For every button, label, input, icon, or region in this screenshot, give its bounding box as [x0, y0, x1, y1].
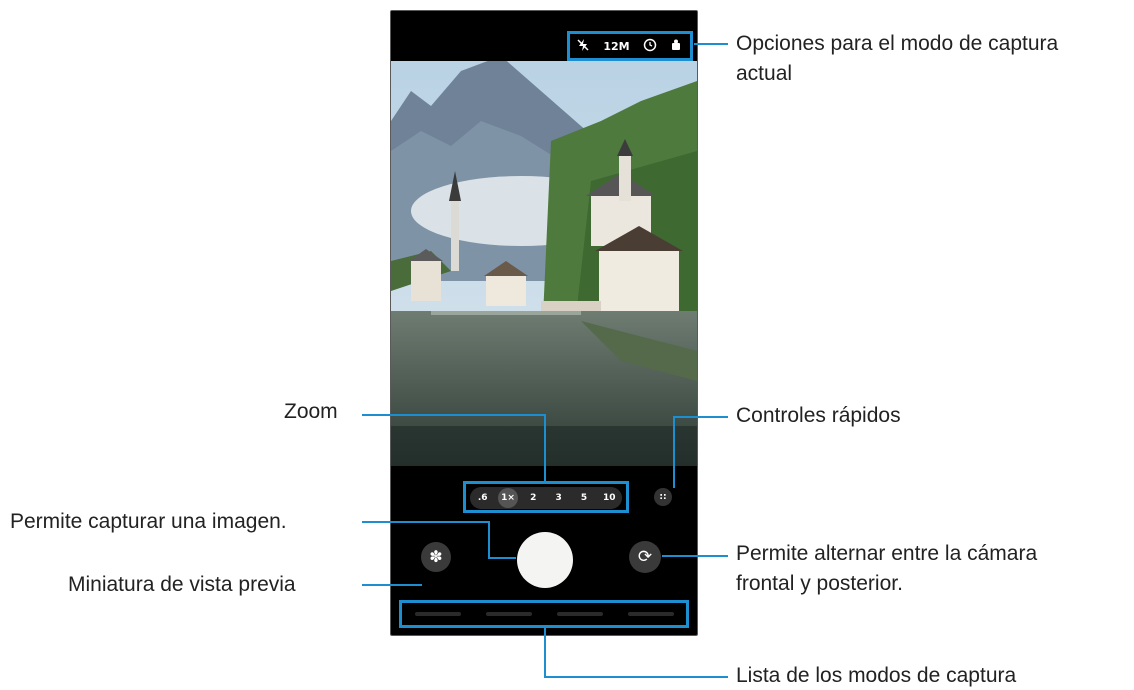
switch-camera-button[interactable]: ⟳	[629, 541, 661, 573]
modes-label: Lista de los modos de captura	[736, 664, 1017, 687]
switch-camera-label-line1: Permite alternar entre la cámara	[736, 542, 1038, 565]
capture-leader-h2	[488, 557, 516, 559]
capture-options-bar: 12M	[567, 31, 693, 61]
phone-screen: 12M .6 1× 2 3 5 10:: ✽ ⟳	[390, 10, 698, 636]
zoom-0-6[interactable]: .6	[473, 488, 493, 508]
grid-dots-icon: ::	[659, 492, 667, 502]
preview-thumbnail[interactable]: ✽	[421, 542, 451, 572]
zoom-5[interactable]: 5	[574, 488, 594, 508]
thumbnail-label: Miniatura de vista previa	[68, 573, 296, 596]
shutter-button[interactable]	[517, 532, 573, 588]
capture-modes-list[interactable]	[399, 600, 689, 628]
switch-leader	[662, 555, 728, 557]
capture-leader-v	[488, 521, 490, 559]
mode-item[interactable]	[485, 612, 532, 616]
modes-leader-h	[544, 676, 728, 678]
rotate-camera-icon: ⟳	[637, 547, 653, 567]
quick-controls-leader-h2	[673, 416, 695, 418]
flash-off-icon[interactable]	[576, 38, 590, 55]
aspect-ratio-icon[interactable]	[669, 38, 683, 55]
modes-leader-v	[544, 628, 546, 678]
switch-camera-label-line2: frontal y posterior.	[736, 572, 903, 595]
thumbnail-leader	[362, 584, 422, 586]
zoom-10[interactable]: 10	[599, 488, 619, 508]
options-label-line2: actual	[736, 62, 793, 85]
flower-icon: ✽	[429, 547, 443, 566]
resolution-option[interactable]: 12M	[603, 40, 629, 53]
zoom-leader-v	[544, 414, 546, 481]
quick-controls-label: Controles rápidos	[736, 404, 901, 427]
mode-item[interactable]	[556, 612, 603, 616]
capture-label: Permite capturar una imagen.	[10, 510, 287, 533]
quick-controls-button[interactable]: ::	[654, 488, 672, 506]
mode-item[interactable]	[414, 612, 461, 616]
camera-preview[interactable]	[391, 61, 697, 466]
zoom-leader-h	[362, 414, 546, 416]
zoom-control: .6 1× 2 3 5 10	[463, 481, 629, 513]
capture-leader-h	[362, 521, 490, 523]
zoom-2[interactable]: 2	[523, 488, 543, 508]
zoom-3[interactable]: 3	[549, 488, 569, 508]
zoom-1x[interactable]: 1×	[497, 488, 518, 508]
mode-item[interactable]	[627, 612, 674, 616]
zoom-pill: .6 1× 2 3 5 10	[470, 487, 622, 509]
quick-controls-leader-v	[673, 416, 675, 488]
options-leader-line	[694, 43, 728, 45]
zoom-label: Zoom	[284, 400, 338, 423]
quick-controls-leader-h	[694, 416, 728, 418]
timer-icon[interactable]	[643, 38, 657, 55]
options-label-line1: Opciones para el modo de captura	[736, 32, 1059, 55]
